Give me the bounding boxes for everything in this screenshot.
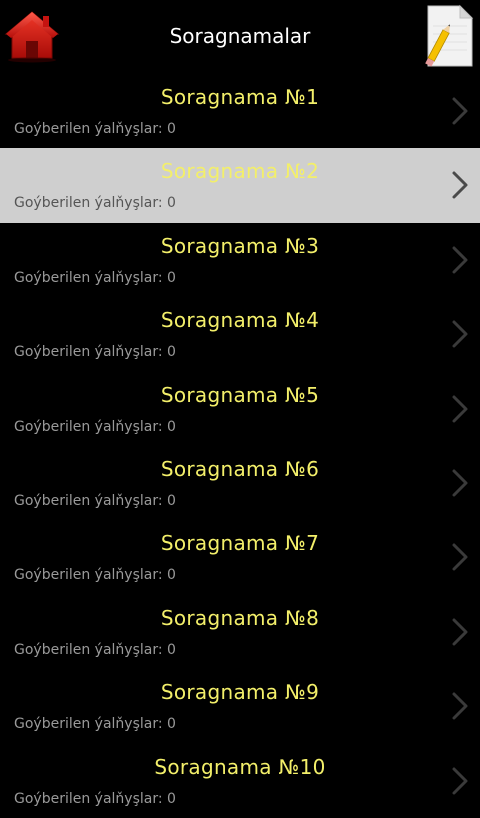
list-item[interactable]: Soragnama №3 Goýberilen ýalňyşlar: 0 — [0, 223, 480, 297]
list-item-title: Soragnama №10 — [154, 754, 326, 779]
list-item[interactable]: Soragnama №4 Goýberilen ýalňyşlar: 0 — [0, 297, 480, 371]
list-item-subtitle: Goýberilen ýalňyşlar: 0 — [14, 716, 176, 733]
list-item[interactable]: Soragnama №9 Goýberilen ýalňyşlar: 0 — [0, 669, 480, 743]
document-pencil-icon — [425, 4, 474, 67]
chevron-right-icon — [450, 96, 470, 126]
chevron-right-icon — [450, 617, 470, 647]
list-item-subtitle: Goýberilen ýalňyşlar: 0 — [14, 641, 176, 658]
list-item-title: Soragnama №2 — [160, 159, 320, 184]
list-item-title: Soragnama №5 — [160, 382, 320, 407]
list-item-selected[interactable]: Soragnama №2 Goýberilen ýalňyşlar: 0 — [0, 148, 480, 223]
list-item-subtitle: Goýberilen ýalňyşlar: 0 — [14, 344, 176, 361]
list-item[interactable]: Soragnama №7 Goýberilen ýalňyşlar: 0 — [0, 520, 480, 594]
list-item[interactable]: Soragnama №1 Goýberilen ýalňyşlar: 0 — [0, 74, 480, 148]
list-item-title: Soragnama №4 — [160, 308, 320, 333]
chevron-right-icon — [450, 394, 470, 424]
chevron-right-icon — [450, 542, 470, 572]
list-item-title: Soragnama №3 — [160, 233, 320, 258]
list-item-title: Soragnama №6 — [160, 456, 320, 481]
list-item-title: Soragnama №9 — [160, 680, 320, 705]
list-item[interactable]: Soragnama №8 Goýberilen ýalňyşlar: 0 — [0, 595, 480, 669]
page-title: Soragnamalar — [169, 24, 311, 48]
list-item[interactable]: Soragnama №6 Goýberilen ýalňyşlar: 0 — [0, 446, 480, 520]
list-item-title: Soragnama №1 — [160, 85, 320, 109]
chevron-right-icon — [450, 245, 470, 275]
list-item-title: Soragnama №8 — [160, 605, 320, 630]
list-item-subtitle: Goýberilen ýalňyşlar: 0 — [14, 121, 176, 137]
chevron-right-icon — [450, 766, 470, 796]
list-item-subtitle: Goýberilen ýalňyşlar: 0 — [14, 492, 176, 509]
list-item[interactable]: Soragnama №5 Goýberilen ýalňyşlar: 0 — [0, 372, 480, 446]
chevron-right-icon — [450, 170, 470, 200]
home-icon — [4, 11, 60, 63]
list-item-title: Soragnama №7 — [160, 531, 320, 556]
chevron-right-icon — [450, 319, 470, 349]
list-item-subtitle: Goýberilen ýalňyşlar: 0 — [14, 269, 176, 286]
list-item[interactable]: Soragnama №10 Goýberilen ýalňyşlar: 0 — [0, 744, 480, 818]
list-item-subtitle: Goýberilen ýalňyşlar: 0 — [14, 790, 176, 807]
chevron-right-icon — [450, 691, 470, 721]
list-item-subtitle: Goýberilen ýalňyşlar: 0 — [14, 195, 176, 212]
list-item-subtitle: Goýberilen ýalňyşlar: 0 — [14, 418, 176, 435]
header-bar: Soragnamalar — [0, 0, 480, 74]
home-button[interactable] — [3, 8, 61, 64]
list-item-subtitle: Goýberilen ýalňyşlar: 0 — [14, 567, 176, 584]
chevron-right-icon — [450, 468, 470, 498]
document-button[interactable] — [420, 4, 476, 68]
questionnaire-list: Soragnama №1 Goýberilen ýalňyşlar: 0 Sor… — [0, 74, 480, 818]
